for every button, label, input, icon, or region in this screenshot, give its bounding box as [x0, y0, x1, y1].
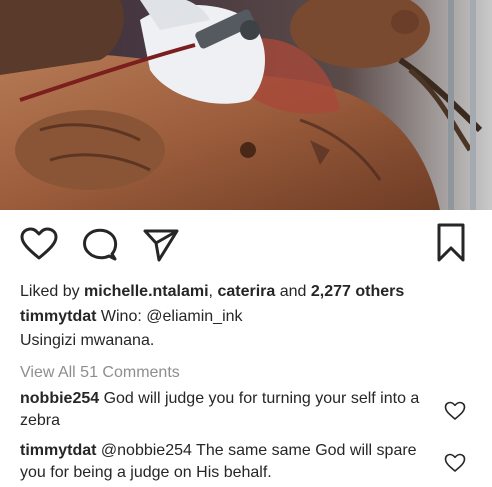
bookmark-icon[interactable] — [436, 223, 466, 263]
caption-text: Wino: — [96, 308, 147, 325]
caption-username[interactable]: timmytdat — [20, 308, 96, 325]
heart-outline-icon[interactable] — [444, 453, 466, 480]
post-action-bar — [0, 210, 492, 274]
post-photo-illustration — [0, 0, 492, 210]
liker-username-1[interactable]: michelle.ntalami — [84, 283, 209, 300]
comment-item: timmytdat @nobbie254 The same same God w… — [20, 440, 420, 484]
likes-line: Liked by michelle.ntalami, caterira and … — [20, 281, 404, 303]
heart-outline-icon[interactable] — [444, 401, 466, 428]
comment-mention[interactable]: @nobbie254 — [96, 442, 192, 459]
likes-others-link[interactable]: 2,277 others — [311, 283, 404, 300]
post-image[interactable] — [0, 0, 492, 210]
likes-and: and — [275, 283, 311, 300]
comment-bubble-icon[interactable] — [82, 228, 118, 262]
caption-second-line: Usingizi mwanana. — [20, 330, 154, 352]
comment-username[interactable]: nobbie254 — [20, 390, 99, 407]
send-arrow-icon[interactable] — [143, 228, 179, 262]
caption-line: timmytdat Wino: @eliamin_ink — [20, 306, 243, 328]
liker-username-2[interactable]: caterira — [217, 283, 275, 300]
view-all-comments-link[interactable]: View All 51 Comments — [20, 362, 180, 384]
likes-prefix: Liked by — [20, 283, 85, 300]
caption-text-line2: Usingizi mwanana. — [20, 332, 155, 349]
caption-mention[interactable]: @eliamin_ink — [146, 308, 242, 325]
comment-item: nobbie254 God will judge you for turning… — [20, 388, 420, 432]
heart-icon[interactable] — [20, 227, 58, 261]
comment-username[interactable]: timmytdat — [20, 442, 96, 459]
